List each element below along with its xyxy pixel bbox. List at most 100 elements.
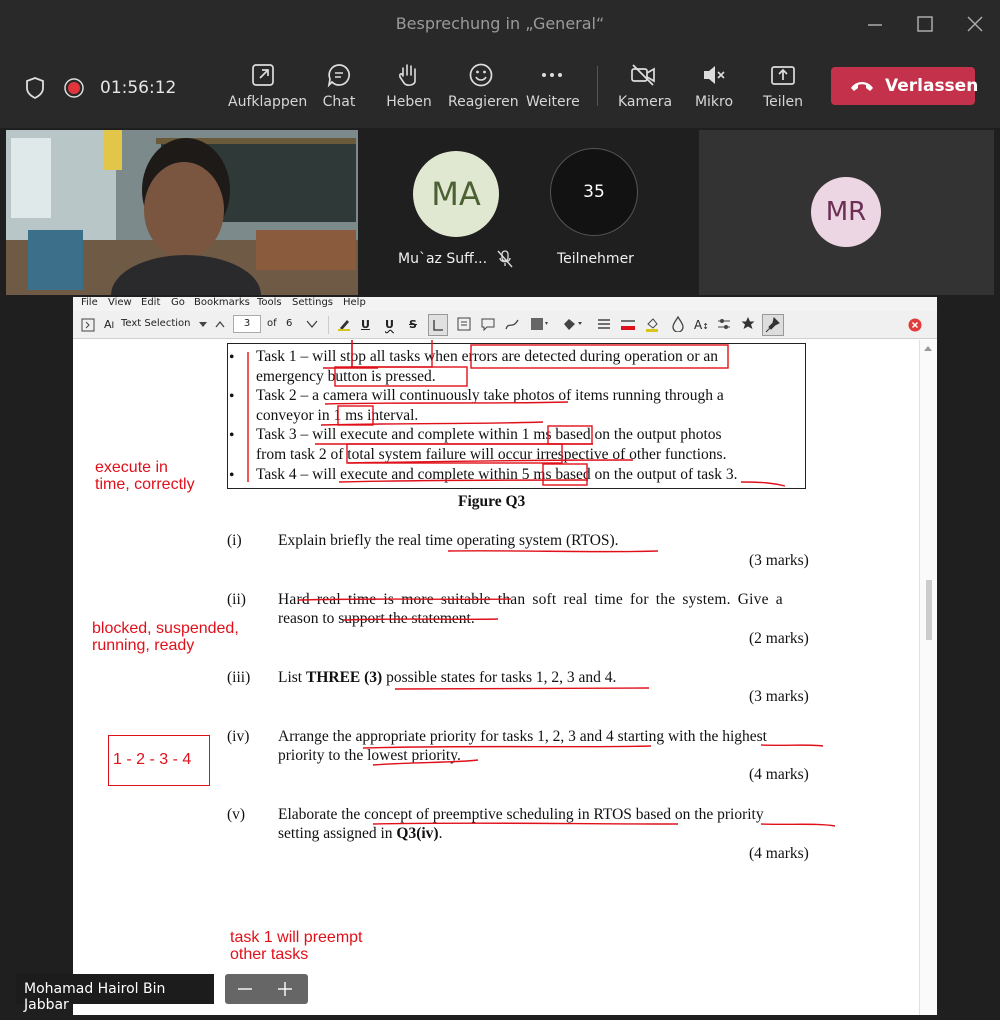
- react-label: Reagieren: [448, 94, 519, 110]
- minimize-icon: [868, 24, 882, 26]
- menu-view[interactable]: View: [108, 297, 132, 308]
- recording-icon: [64, 78, 84, 98]
- smiley-icon: [469, 63, 493, 87]
- document-page: • • • • Task 1 – will stop all tasks whe…: [73, 340, 918, 1015]
- line-color-icon[interactable]: [620, 317, 636, 331]
- ink-annotations: [247, 340, 836, 827]
- pin-icon: [765, 316, 780, 333]
- shared-screen: File View Edit Go Bookmarks Tools Settin…: [73, 297, 937, 1015]
- freehand-icon[interactable]: [505, 317, 519, 331]
- minimize-button[interactable]: [862, 12, 888, 38]
- participants-count[interactable]: 35: [550, 148, 638, 236]
- close-button[interactable]: [962, 12, 988, 38]
- chevron-down-nav-icon[interactable]: [306, 320, 318, 328]
- stamp-icon[interactable]: [562, 317, 584, 331]
- presenter-name: Mohamad Hairol Bin Jabbar: [24, 981, 166, 1013]
- menu-bookmarks[interactable]: Bookmarks: [194, 297, 250, 308]
- close-icon: [967, 16, 983, 32]
- menu-go[interactable]: Go: [171, 297, 185, 308]
- menu-help[interactable]: Help: [343, 297, 366, 308]
- page-number-input[interactable]: 3: [233, 315, 261, 333]
- page-of-label: of: [267, 318, 277, 329]
- mic-muted-small-icon: [497, 250, 513, 268]
- zoom-in-icon[interactable]: [277, 981, 293, 997]
- opacity-icon[interactable]: [671, 316, 685, 332]
- close-annotation-icon[interactable]: [908, 318, 922, 332]
- maximize-icon: [917, 16, 933, 32]
- adjust-icon[interactable]: [717, 317, 731, 331]
- participant-name-ma: Mu`az Suff...: [398, 251, 488, 267]
- share-icon: [771, 66, 795, 85]
- page-total: 6: [286, 318, 293, 329]
- scroll-up-arrow[interactable]: [924, 346, 932, 351]
- chat-icon: [327, 64, 350, 88]
- more-button[interactable]: Weitere: [526, 62, 580, 122]
- meeting-timer: 01:56:12: [100, 78, 177, 98]
- menu-settings[interactable]: Settings: [292, 297, 333, 308]
- participant-video[interactable]: [6, 130, 358, 295]
- shield-icon: [26, 77, 44, 100]
- scroll-thumb[interactable]: [926, 580, 932, 640]
- text-box-tool[interactable]: [428, 314, 448, 336]
- squiggly-icon[interactable]: U: [385, 318, 394, 331]
- hang-up-icon: [851, 82, 873, 91]
- avatar-ma[interactable]: MA: [413, 151, 499, 237]
- note-icon[interactable]: [457, 317, 471, 331]
- more-label: Weitere: [526, 94, 580, 110]
- more-icon: [542, 73, 562, 77]
- pop-out-icon: [252, 64, 274, 86]
- pop-out-label: Aufklappen: [228, 94, 308, 110]
- viewer-menu-bar: File View Edit Go Bookmarks Tools Settin…: [73, 297, 937, 311]
- mic-label: Mikro: [694, 94, 734, 110]
- maximize-button[interactable]: [912, 12, 938, 38]
- camera-label: Kamera: [618, 94, 673, 110]
- highlight-icon[interactable]: [337, 317, 351, 331]
- camera-off-icon: [631, 64, 655, 86]
- menu-edit[interactable]: Edit: [141, 297, 160, 308]
- react-button[interactable]: Reagieren: [448, 62, 519, 122]
- raise-hand-icon: [399, 64, 416, 86]
- font-size-icon[interactable]: A↕: [694, 318, 709, 332]
- text-insert-icon: [433, 320, 443, 331]
- underline-icon[interactable]: U: [361, 318, 370, 331]
- meeting-toolbar: 01:56:12 Aufklappen Chat Heben Reagieren…: [0, 50, 1000, 128]
- participant-tile-mr[interactable]: MR: [699, 130, 994, 295]
- vertical-scrollbar[interactable]: [919, 340, 937, 1015]
- share-button[interactable]: Teilen: [760, 62, 806, 122]
- fill-color-icon[interactable]: [645, 316, 659, 332]
- mic-muted-icon: [704, 66, 725, 84]
- toolbar-separator: [328, 316, 329, 334]
- chat-button[interactable]: Chat: [314, 62, 364, 122]
- menu-tools[interactable]: Tools: [257, 297, 282, 308]
- presenter-name-plate: Mohamad Hairol Bin Jabbar: [16, 974, 214, 1013]
- camera-button[interactable]: Kamera: [618, 62, 673, 122]
- toolbar-divider: [597, 66, 598, 106]
- zoom-controls: [225, 974, 308, 1004]
- shape-icon[interactable]: [530, 317, 550, 331]
- sidebar-toggle-icon[interactable]: [81, 318, 95, 332]
- star-icon[interactable]: [741, 316, 755, 330]
- text-cursor-icon: AI: [104, 318, 115, 331]
- raise-hand-button[interactable]: Heben: [384, 62, 434, 122]
- pin-button[interactable]: [762, 314, 784, 336]
- zoom-out-icon[interactable]: [237, 982, 253, 996]
- raise-hand-label: Heben: [386, 94, 432, 110]
- chat-label: Chat: [322, 94, 356, 110]
- share-label: Teilen: [762, 94, 804, 110]
- leave-button[interactable]: Verlassen: [831, 67, 979, 105]
- leave-label: Verlassen: [885, 76, 979, 96]
- teams-meeting-window: Besprechung in „General“ 01:56:12 Aufkla…: [0, 0, 1000, 1020]
- strikeout-icon[interactable]: S: [409, 318, 417, 331]
- participants-label: Teilnehmer: [557, 251, 634, 267]
- menu-file[interactable]: File: [81, 297, 98, 308]
- video-feed: [6, 130, 358, 295]
- viewer-toolbar: AI Text Selection 3 of 6 U U S A↕: [73, 311, 937, 339]
- lines-icon[interactable]: [597, 317, 611, 331]
- chevron-down-icon[interactable]: [199, 322, 207, 328]
- title-bar: Besprechung in „General“: [0, 0, 1000, 50]
- chevron-up-icon[interactable]: [215, 320, 225, 328]
- pop-out-button[interactable]: Aufklappen: [228, 62, 308, 122]
- mic-button[interactable]: Mikro: [690, 62, 738, 122]
- comment-icon[interactable]: [481, 317, 495, 331]
- selection-mode[interactable]: Text Selection: [121, 318, 191, 329]
